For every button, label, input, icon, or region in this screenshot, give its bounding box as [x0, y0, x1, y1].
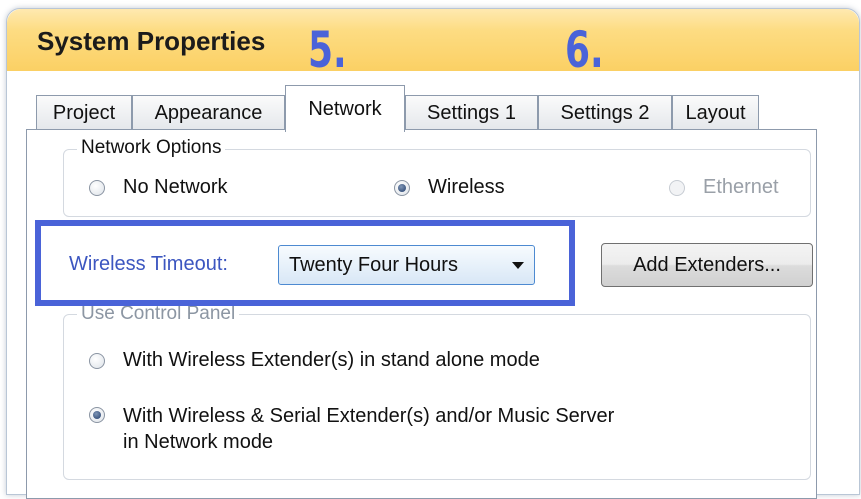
network-options-legend: Network Options [77, 137, 226, 159]
radio-ethernet: Ethernet [669, 176, 779, 199]
tab-settings-1[interactable]: Settings 1 [405, 95, 538, 130]
radio-button-checked[interactable] [394, 179, 410, 196]
use-control-panel-legend: Use Control Panel [77, 303, 240, 325]
tab-project[interactable]: Project [36, 95, 132, 130]
add-extenders-button[interactable]: Add Extenders... [601, 243, 813, 287]
annotation-6: 6. [565, 21, 604, 79]
radio-button-checked[interactable] [89, 407, 105, 423]
radio-label: Ethernet [703, 176, 779, 198]
tab-strip: Project Appearance Network Settings 1 Se… [7, 71, 859, 132]
tab-settings-2[interactable]: Settings 2 [538, 95, 672, 130]
radio-network-mode[interactable]: With Wireless & Serial Extender(s) and/o… [89, 403, 614, 455]
tab-appearance[interactable]: Appearance [132, 95, 285, 130]
system-properties-window: System Properties 5. 6. Project Appearan… [6, 8, 860, 499]
radio-button[interactable] [89, 179, 105, 196]
tab-layout[interactable]: Layout [672, 95, 759, 130]
radio-button[interactable] [89, 352, 105, 369]
radio-button-disabled [669, 179, 685, 196]
title-bar[interactable]: System Properties [7, 9, 859, 71]
window-title: System Properties [37, 26, 266, 56]
highlight-box [35, 220, 575, 306]
radio-label-line-1: With Wireless & Serial Extender(s) and/o… [123, 405, 615, 427]
radio-label-line-2: in Network mode [123, 431, 274, 453]
radio-label: With Wireless Extender(s) in stand alone… [123, 349, 540, 371]
radio-standalone-mode[interactable]: With Wireless Extender(s) in stand alone… [89, 349, 540, 372]
radio-label: Wireless [428, 176, 505, 198]
radio-label: No Network [123, 176, 228, 198]
radio-wireless[interactable]: Wireless [394, 176, 505, 199]
annotation-5: 5. [308, 21, 347, 79]
radio-no-network[interactable]: No Network [89, 176, 227, 199]
tab-network[interactable]: Network [285, 85, 405, 132]
use-control-panel-group [63, 314, 811, 480]
radio-label: With Wireless & Serial Extender(s) and/o… [123, 403, 614, 455]
